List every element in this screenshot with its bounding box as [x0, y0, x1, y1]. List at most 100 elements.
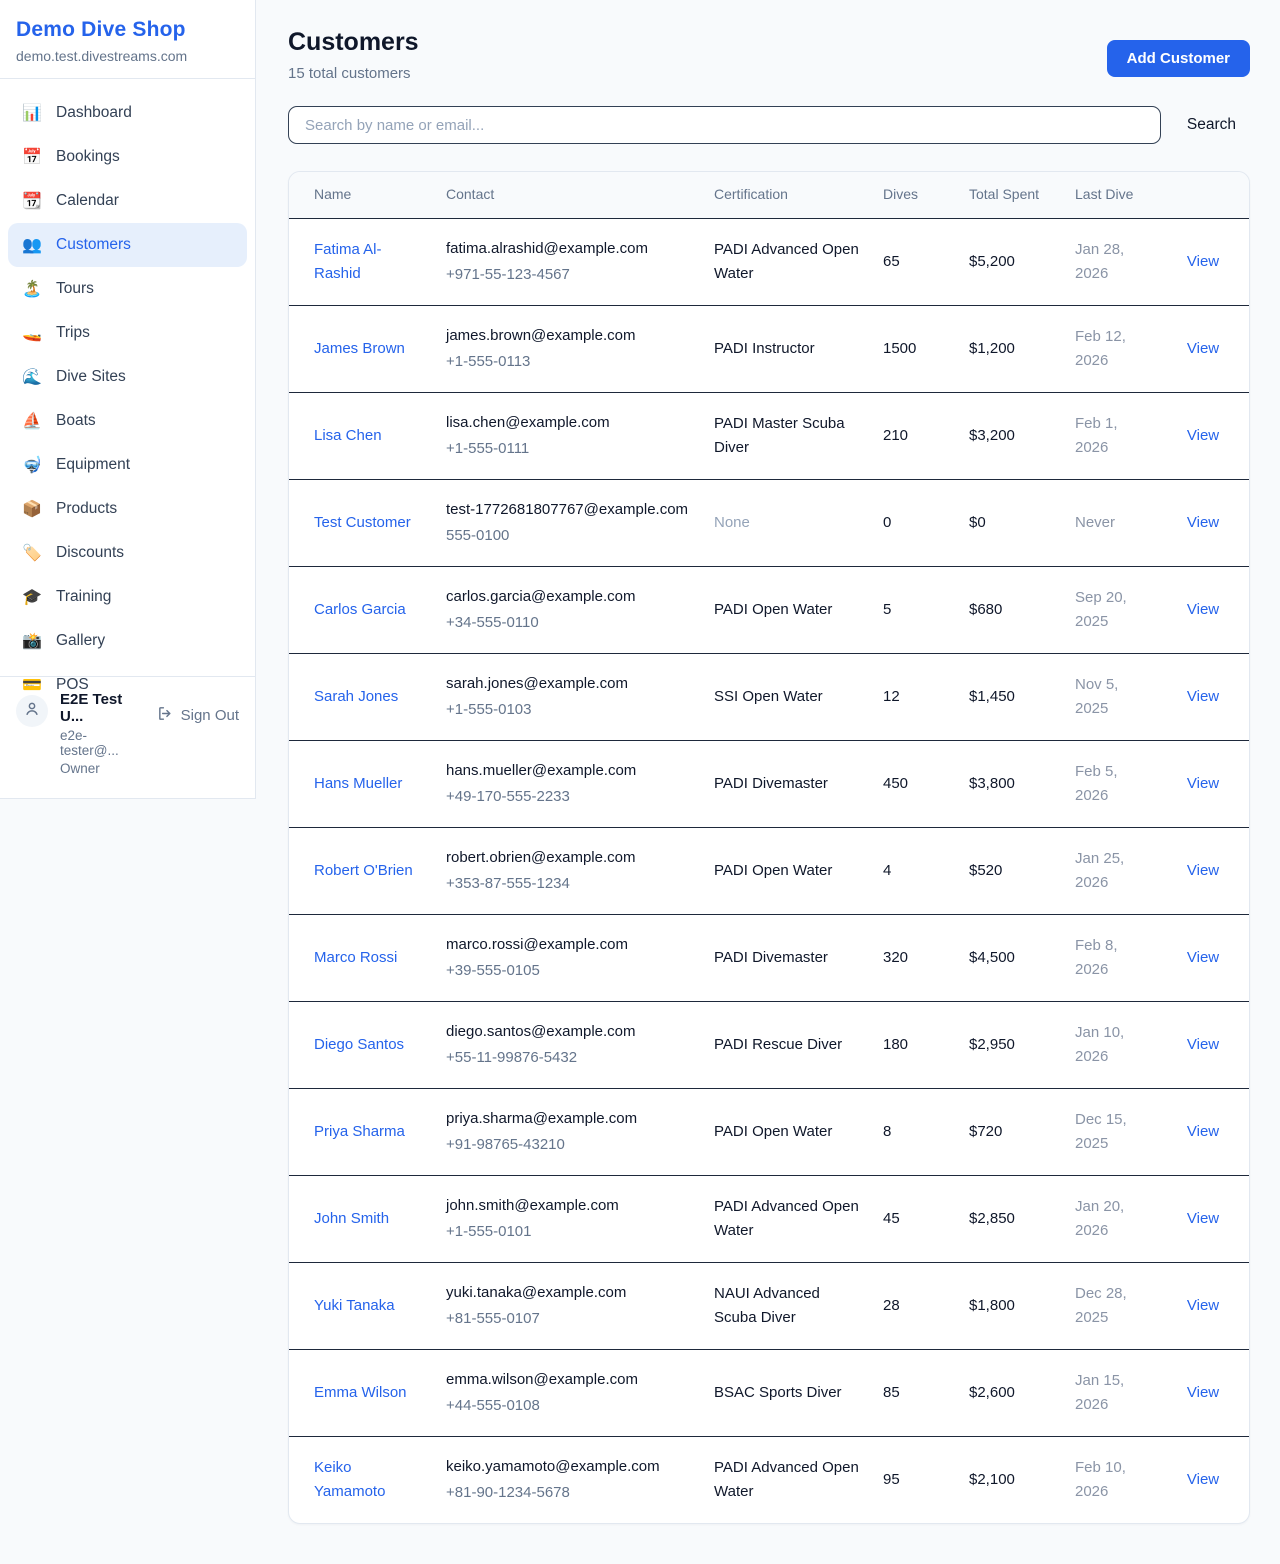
nav-label: Calendar — [56, 192, 119, 210]
customer-dives: 210 — [883, 427, 908, 444]
customer-email: test-1772681807767@example.com — [446, 498, 690, 522]
table-row: Lisa Chen lisa.chen@example.com +1-555-0… — [289, 392, 1249, 479]
customer-dives: 65 — [883, 253, 900, 270]
table-row: Robert O'Brien robert.obrien@example.com… — [289, 827, 1249, 914]
customer-last-dive: Nov 5, 2025 — [1075, 676, 1118, 717]
customer-name-link[interactable]: Test Customer — [314, 514, 411, 531]
nav-icon: 📸 — [22, 631, 42, 651]
customer-name-link[interactable]: Lisa Chen — [314, 427, 382, 444]
sidebar-item-equipment[interactable]: 🤿 Equipment — [8, 443, 247, 487]
customer-last-dive: Dec 28, 2025 — [1075, 1285, 1127, 1326]
customer-dives: 180 — [883, 1036, 908, 1053]
brand-domain: demo.test.divestreams.com — [16, 48, 239, 64]
customer-phone: +49-170-555-2233 — [446, 785, 690, 809]
customer-last-dive: Jan 20, 2026 — [1075, 1198, 1124, 1239]
view-link[interactable]: View — [1187, 253, 1219, 270]
brand-name: Demo Dive Shop — [16, 18, 239, 42]
customer-name-link[interactable]: Marco Rossi — [314, 949, 397, 966]
sidebar-item-tours[interactable]: 🏝️ Tours — [8, 267, 247, 311]
table-row: Carlos Garcia carlos.garcia@example.com … — [289, 566, 1249, 653]
view-link[interactable]: View — [1187, 949, 1219, 966]
customer-total-spent: $680 — [969, 601, 1002, 618]
sidebar-item-discounts[interactable]: 🏷️ Discounts — [8, 531, 247, 575]
page-header: Customers 15 total customers Add Custome… — [288, 28, 1250, 82]
view-link[interactable]: View — [1187, 1210, 1219, 1227]
customer-dives: 95 — [883, 1471, 900, 1488]
view-link[interactable]: View — [1187, 1297, 1219, 1314]
add-customer-button[interactable]: Add Customer — [1107, 40, 1250, 77]
customer-name-link[interactable]: Carlos Garcia — [314, 601, 406, 618]
customer-name-link[interactable]: Fatima Al-Rashid — [314, 241, 382, 282]
nav-label: Tours — [56, 280, 94, 298]
customer-name-link[interactable]: John Smith — [314, 1210, 389, 1227]
view-link[interactable]: View — [1187, 514, 1219, 531]
customer-email: priya.sharma@example.com — [446, 1107, 690, 1131]
view-link[interactable]: View — [1187, 1471, 1219, 1488]
customer-name-link[interactable]: Keiko Yamamoto — [314, 1459, 385, 1500]
customer-email: sarah.jones@example.com — [446, 672, 690, 696]
view-link[interactable]: View — [1187, 340, 1219, 357]
customer-email: diego.santos@example.com — [446, 1020, 690, 1044]
table-row: Priya Sharma priya.sharma@example.com +9… — [289, 1088, 1249, 1175]
nav-icon: 📅 — [22, 147, 42, 167]
customer-phone: +1-555-0113 — [446, 350, 690, 374]
customer-name-link[interactable]: Yuki Tanaka — [314, 1297, 395, 1314]
sidebar-item-calendar[interactable]: 📆 Calendar — [8, 179, 247, 223]
customer-total-spent: $4,500 — [969, 949, 1015, 966]
col-header-contact: Contact — [434, 172, 702, 218]
sign-out-icon — [157, 705, 174, 726]
view-link[interactable]: View — [1187, 862, 1219, 879]
table-row: John Smith john.smith@example.com +1-555… — [289, 1175, 1249, 1262]
customer-email: robert.obrien@example.com — [446, 846, 690, 870]
customer-name-link[interactable]: James Brown — [314, 340, 405, 357]
view-link[interactable]: View — [1187, 1123, 1219, 1140]
customer-name-link[interactable]: Priya Sharma — [314, 1123, 405, 1140]
customer-name-link[interactable]: Hans Mueller — [314, 775, 402, 792]
sidebar-item-trips[interactable]: 🚤 Trips — [8, 311, 247, 355]
sign-out-button[interactable]: Sign Out — [157, 705, 239, 726]
page-header-text: Customers 15 total customers — [288, 28, 419, 82]
customer-last-dive: Sep 20, 2025 — [1075, 589, 1127, 630]
customer-certification: PADI Open Water — [714, 601, 832, 618]
table-row: Test Customer test-1772681807767@example… — [289, 479, 1249, 566]
table-row: Emma Wilson emma.wilson@example.com +44-… — [289, 1349, 1249, 1436]
sidebar-item-dive-sites[interactable]: 🌊 Dive Sites — [8, 355, 247, 399]
customer-name-link[interactable]: Emma Wilson — [314, 1384, 407, 1401]
nav-label: Equipment — [56, 456, 130, 474]
customer-email: john.smith@example.com — [446, 1194, 690, 1218]
view-link[interactable]: View — [1187, 775, 1219, 792]
customer-total-spent: $0 — [969, 514, 986, 531]
nav-icon: 🤿 — [22, 455, 42, 475]
nav-icon: 👥 — [22, 235, 42, 255]
view-link[interactable]: View — [1187, 1036, 1219, 1053]
customer-name-link[interactable]: Diego Santos — [314, 1036, 404, 1053]
view-link[interactable]: View — [1187, 688, 1219, 705]
customer-name-link[interactable]: Sarah Jones — [314, 688, 398, 705]
customer-name-link[interactable]: Robert O'Brien — [314, 862, 413, 879]
customer-dives: 28 — [883, 1297, 900, 1314]
view-link[interactable]: View — [1187, 1384, 1219, 1401]
user-meta: E2E Test U... e2e-tester@... Owner — [60, 691, 145, 776]
customer-dives: 45 — [883, 1210, 900, 1227]
nav-label: Boats — [56, 412, 96, 430]
sidebar-item-products[interactable]: 📦 Products — [8, 487, 247, 531]
sidebar-item-boats[interactable]: ⛵ Boats — [8, 399, 247, 443]
sidebar-item-gallery[interactable]: 📸 Gallery — [8, 619, 247, 663]
table-row: Fatima Al-Rashid fatima.alrashid@example… — [289, 218, 1249, 305]
customer-phone: 555-0100 — [446, 524, 690, 548]
view-link[interactable]: View — [1187, 427, 1219, 444]
sidebar-item-training[interactable]: 🎓 Training — [8, 575, 247, 619]
customers-table: Name Contact Certification Dives Total S… — [289, 172, 1249, 1523]
col-header-dives: Dives — [871, 172, 957, 218]
sidebar-item-bookings[interactable]: 📅 Bookings — [8, 135, 247, 179]
sidebar-item-dashboard[interactable]: 📊 Dashboard — [8, 91, 247, 135]
search-input[interactable] — [288, 106, 1161, 144]
customer-last-dive: Jan 10, 2026 — [1075, 1024, 1124, 1065]
customers-table-body: Fatima Al-Rashid fatima.alrashid@example… — [289, 218, 1249, 1523]
search-button[interactable]: Search — [1173, 108, 1250, 142]
avatar — [16, 695, 48, 727]
view-link[interactable]: View — [1187, 601, 1219, 618]
sidebar-item-customers[interactable]: 👥 Customers — [8, 223, 247, 267]
table-row: James Brown james.brown@example.com +1-5… — [289, 305, 1249, 392]
customer-certification: None — [714, 514, 750, 531]
